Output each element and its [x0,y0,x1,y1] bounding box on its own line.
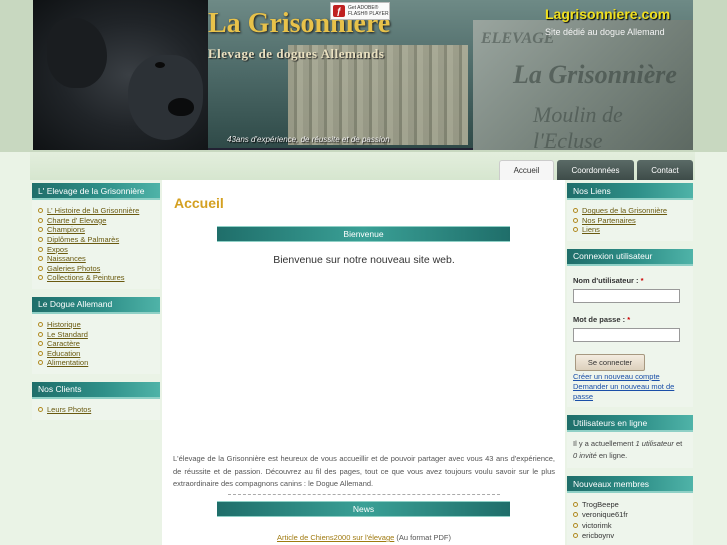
menu-dogue: Le Dogue Allemand Historique Le Standard… [32,296,160,374]
menu-item[interactable]: Dogues de la Grisonnière [573,206,693,216]
site-banner: ELEVAGE La Grisonnière Moulin de l'Eclus… [0,0,727,152]
site-domain: Lagrisonniere.com [545,6,671,22]
bullet-icon [38,246,43,252]
news-link[interactable]: Article de Chiens2000 sur l'élevage [277,533,394,542]
block-title: Le Dogue Allemand [32,296,160,314]
bullet-icon [38,227,43,233]
menu-item[interactable]: Naissances [38,254,160,264]
page-title: Accueil [174,195,224,211]
site-subtitle: Elevage de dogues Allemands [208,46,385,61]
login-button[interactable]: Se connecter [575,353,645,371]
news-suffix: (Au format PDF) [394,533,452,542]
site-tagline: 43ans d'expérience, de réussite et de pa… [227,135,390,144]
bullet-icon [38,237,43,243]
password-label: Mot de passe : * [573,314,631,324]
bullet-icon [38,275,43,281]
bullet-icon [573,217,578,223]
list-item: ericboynv [573,530,693,540]
flash-icon: ƒ [333,5,345,17]
list-item: victorimk [573,520,693,530]
tab-accueil[interactable]: Accueil [499,160,554,180]
flash-player-badge[interactable]: ƒ Get ADOBE® FLASH® PLAYER [330,2,390,20]
list-item: veronique61fr [573,510,693,520]
menu-item[interactable]: Le Standard [38,329,160,339]
menu-item[interactable]: Collections & Peintures [38,273,160,283]
login-block: Connexion utilisateur Nom d'utilisateur … [567,248,693,408]
bullet-icon [573,532,578,538]
bullet-icon [573,522,578,528]
bienvenue-bar: Bienvenue [217,226,510,242]
menu-item[interactable]: Education [38,349,160,359]
bullet-icon [573,208,578,214]
bullet-icon [38,322,43,328]
bullet-icon [38,256,43,262]
bullet-icon [38,331,43,337]
username-label: Nom d'utilisateur : * [573,275,644,285]
bullet-icon [38,208,43,214]
block-title: Nos Clients [32,381,160,399]
create-account-link[interactable]: Créer un nouveau compte [573,372,687,382]
bullet-icon [573,512,578,518]
news-bar: News [217,501,510,517]
right-sidebar: Nos Liens Dogues de la Grisonnière Nos P… [567,183,693,545]
menu-clients: Nos Clients Leurs Photos [32,381,160,421]
bullet-icon [573,227,578,233]
tab-coordonnees[interactable]: Coordonnées [557,160,634,180]
menu-item[interactable]: Champions [38,225,160,235]
menu-item[interactable]: Caractère [38,339,160,349]
block-title: Nouveaux membres [567,476,693,494]
menu-item[interactable]: Liens [573,225,693,235]
tab-contact[interactable]: Contact [637,160,693,180]
bullet-icon [38,217,43,223]
menu-item[interactable]: Charte d' Elevage [38,216,160,226]
menu-item[interactable]: Alimentation [38,358,160,368]
intro-paragraph: L'élevage de la Grisonnière est heureux … [173,454,555,488]
bullet-icon [38,360,43,366]
online-text: Il y a actuellement 1 utilisateur et 0 i… [567,432,693,469]
site-description: Site dédié au dogue Allemand [545,27,665,37]
bullet-icon [573,501,578,507]
menu-item[interactable]: Diplômes & Palmarès [38,235,160,245]
block-title: L' Elevage de la Grisonnière [32,183,160,200]
menu-item[interactable]: L' Histoire de la Grisonnière [38,206,160,216]
menu-item[interactable]: Leurs Photos [38,405,160,415]
bullet-icon [38,265,43,271]
menu-item[interactable]: Historique [38,320,160,330]
left-sidebar: L' Elevage de la Grisonnière L' Histoire… [32,183,160,428]
members-block: Nouveaux membres TrogBeepe veronique61fr… [567,476,693,545]
news-item: Article de Chiens2000 sur l'élevage (Au … [168,533,560,542]
bullet-icon [38,407,43,413]
dog-photo [33,0,208,150]
bullet-icon [38,350,43,356]
list-item: TrogBeepe [573,499,693,509]
menu-item[interactable]: Galeries Photos [38,264,160,274]
links-block: Nos Liens Dogues de la Grisonnière Nos P… [567,183,693,241]
main-content: Accueil Bienvenue Bienvenue sur notre no… [168,183,560,545]
block-title: Utilisateurs en ligne [567,415,693,433]
bullet-icon [38,341,43,347]
menu-elevage: L' Elevage de la Grisonnière L' Histoire… [32,183,160,289]
menu-item[interactable]: Expos [38,244,160,254]
username-input[interactable] [573,288,680,303]
block-title: Nos Liens [567,183,693,200]
online-block: Utilisateurs en ligne Il y a actuellemen… [567,415,693,469]
block-title: Connexion utilisateur [567,248,693,266]
welcome-text: Bienvenue sur notre nouveau site web. [273,254,455,266]
reset-password-link[interactable]: Demander un nouveau mot de passe [573,382,687,401]
divider [228,494,500,495]
kennel-sign-image: ELEVAGE La Grisonnière Moulin de l'Eclus… [473,20,693,152]
password-input[interactable] [573,327,680,342]
menu-item[interactable]: Nos Partenaires [573,216,693,226]
